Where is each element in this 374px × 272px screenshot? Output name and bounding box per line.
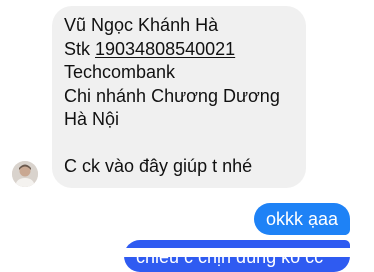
message-line-branch: Chi nhánh Chương Dương bbox=[64, 85, 280, 106]
message-line-account: Stk 19034808540021 bbox=[64, 38, 294, 62]
message-line-name: Vũ Ngọc Khánh Hà bbox=[64, 15, 219, 35]
avatar-icon bbox=[12, 161, 38, 187]
message-line-bank: Techcombank bbox=[64, 62, 176, 82]
outgoing-message-bubble[interactable]: okkk ạaa bbox=[253, 203, 350, 235]
message-line-city: Hà Nội bbox=[64, 109, 120, 129]
message-line-request: C ck vào đây giúp t nhé bbox=[64, 156, 253, 176]
message-thread: Vũ Ngọc Khánh Hà Stk 19034808540021 Tech… bbox=[0, 0, 374, 272]
avatar[interactable] bbox=[12, 161, 38, 187]
account-number-link[interactable]: 19034808540021 bbox=[95, 39, 235, 59]
viewport-cutoff bbox=[0, 248, 374, 257]
message-line-blank bbox=[64, 132, 294, 156]
account-prefix: Stk bbox=[64, 38, 96, 59]
incoming-message-bubble[interactable]: Vũ Ngọc Khánh Hà Stk 19034808540021 Tech… bbox=[52, 6, 306, 188]
